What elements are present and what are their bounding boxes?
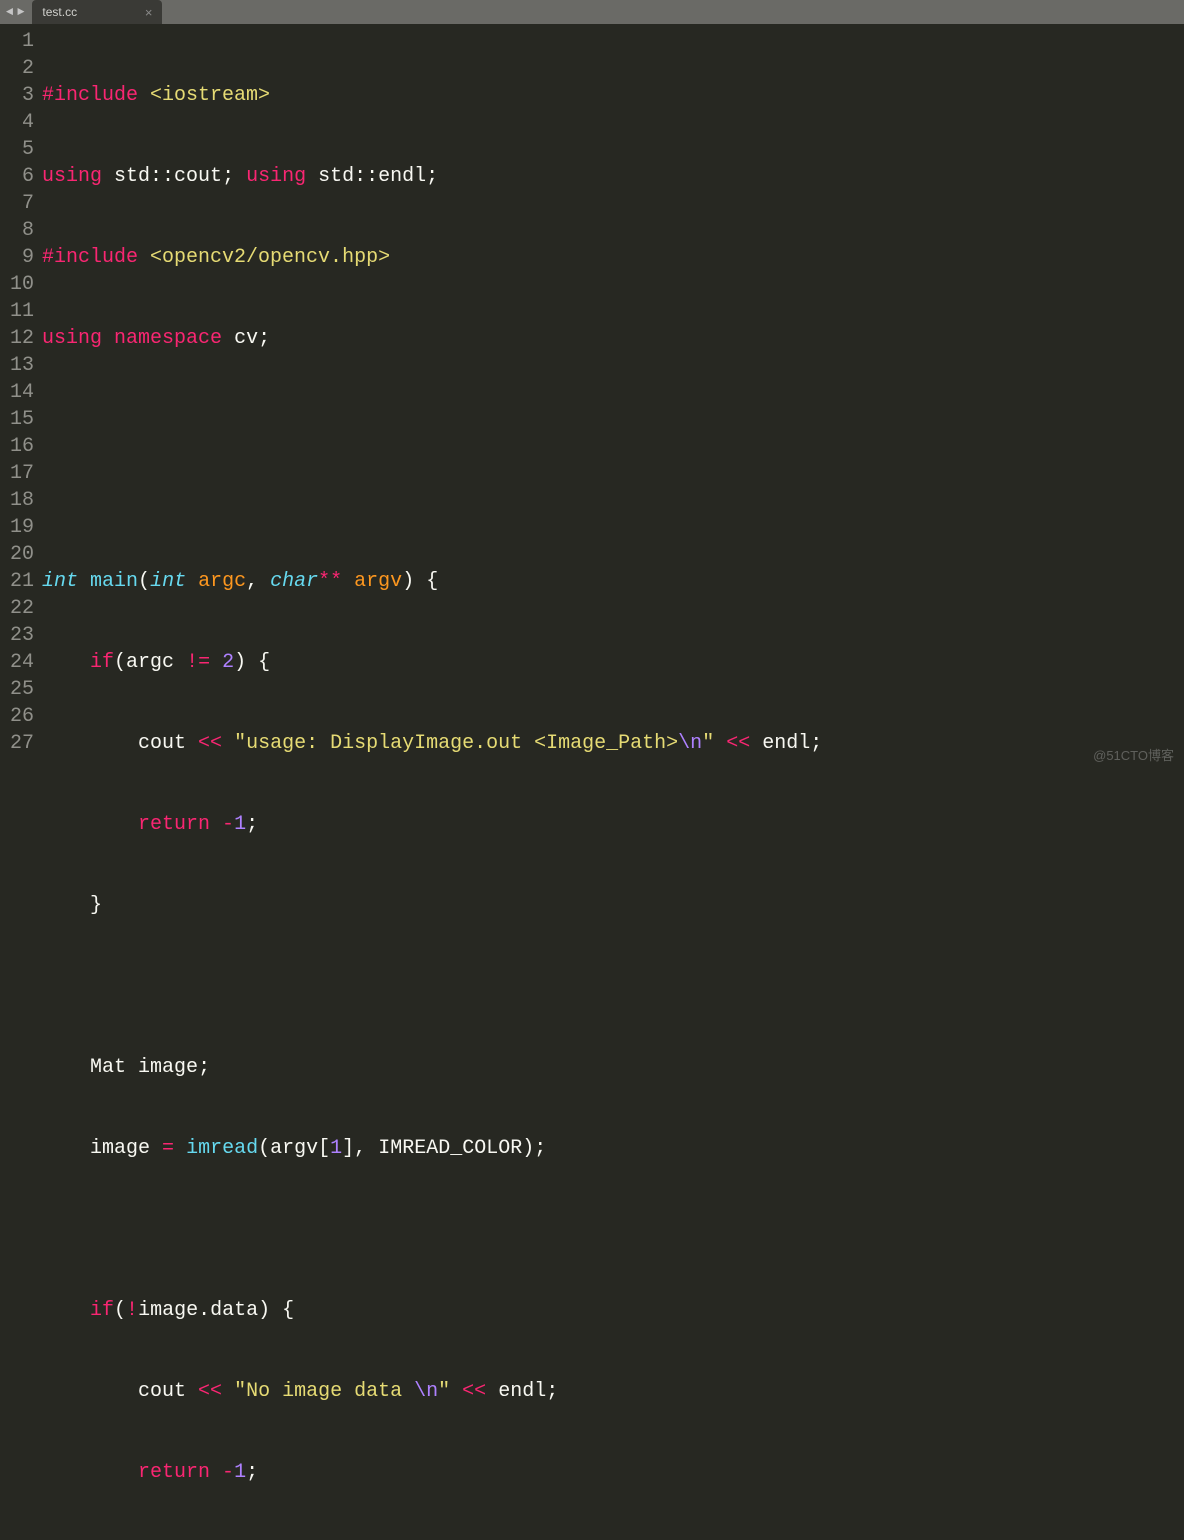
code-line: image = imread(argv[1], IMREAD_COLOR); bbox=[42, 1135, 1184, 1162]
line-number: 16 bbox=[0, 433, 34, 460]
line-number: 14 bbox=[0, 379, 34, 406]
code-line bbox=[42, 1216, 1184, 1243]
code-line: int main(int argc, char** argv) { bbox=[42, 568, 1184, 595]
line-number: 13 bbox=[0, 352, 34, 379]
code-line: Mat image; bbox=[42, 1054, 1184, 1081]
file-tab[interactable]: test.cc × bbox=[32, 0, 162, 24]
line-number: 27 bbox=[0, 730, 34, 757]
code-line: #include <opencv2/opencv.hpp> bbox=[42, 244, 1184, 271]
close-icon[interactable]: × bbox=[145, 5, 153, 20]
line-number: 15 bbox=[0, 406, 34, 433]
editor[interactable]: 1 2 3 4 5 6 7 8 9 10 11 12 13 14 15 16 1… bbox=[0, 24, 1184, 770]
code-line: using namespace cv; bbox=[42, 325, 1184, 352]
code-line bbox=[42, 487, 1184, 514]
line-number: 23 bbox=[0, 622, 34, 649]
code-line: return -1; bbox=[42, 1459, 1184, 1486]
line-number: 3 bbox=[0, 82, 34, 109]
code-line: using std::cout; using std::endl; bbox=[42, 163, 1184, 190]
line-number: 4 bbox=[0, 109, 34, 136]
line-number: 25 bbox=[0, 676, 34, 703]
tab-filename: test.cc bbox=[42, 5, 77, 19]
code-line: cout << "usage: DisplayImage.out <Image_… bbox=[42, 730, 1184, 757]
code-line bbox=[42, 406, 1184, 433]
title-bar: ◄ ► test.cc × bbox=[0, 0, 1184, 24]
line-number: 17 bbox=[0, 460, 34, 487]
line-number: 6 bbox=[0, 163, 34, 190]
line-number: 26 bbox=[0, 703, 34, 730]
code-line: if(!image.data) { bbox=[42, 1297, 1184, 1324]
code-line bbox=[42, 973, 1184, 1000]
line-number: 5 bbox=[0, 136, 34, 163]
line-number: 22 bbox=[0, 595, 34, 622]
line-number: 21 bbox=[0, 568, 34, 595]
line-number: 2 bbox=[0, 55, 34, 82]
line-number: 7 bbox=[0, 190, 34, 217]
watermark: @51CTO博客 bbox=[1093, 745, 1174, 764]
line-number: 24 bbox=[0, 649, 34, 676]
nav-back-icon[interactable]: ◄ bbox=[6, 5, 13, 19]
line-number: 18 bbox=[0, 487, 34, 514]
line-number: 10 bbox=[0, 271, 34, 298]
line-number-gutter: 1 2 3 4 5 6 7 8 9 10 11 12 13 14 15 16 1… bbox=[0, 24, 42, 770]
line-number: 8 bbox=[0, 217, 34, 244]
code-line: } bbox=[42, 892, 1184, 919]
line-number: 20 bbox=[0, 541, 34, 568]
line-number: 11 bbox=[0, 298, 34, 325]
line-number: 1 bbox=[0, 28, 34, 55]
code-line: #include <iostream> bbox=[42, 82, 1184, 109]
nav-forward-icon[interactable]: ► bbox=[17, 5, 24, 19]
code-area[interactable]: #include <iostream> using std::cout; usi… bbox=[42, 24, 1184, 770]
code-line: if(argc != 2) { bbox=[42, 649, 1184, 676]
code-line: return -1; bbox=[42, 811, 1184, 838]
nav-arrows: ◄ ► bbox=[6, 5, 24, 19]
line-number: 9 bbox=[0, 244, 34, 271]
line-number: 19 bbox=[0, 514, 34, 541]
line-number: 12 bbox=[0, 325, 34, 352]
code-line: cout << "No image data \n" << endl; bbox=[42, 1378, 1184, 1405]
